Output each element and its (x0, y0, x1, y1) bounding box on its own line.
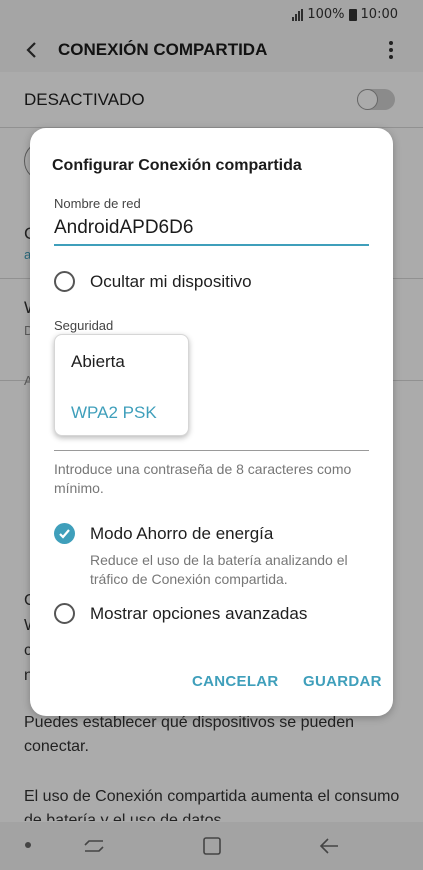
security-option-open[interactable]: Abierta (71, 352, 125, 372)
hide-device-checkbox[interactable] (54, 271, 75, 292)
password-hint: Introduce una contraseña de 8 caracteres… (54, 461, 352, 496)
advanced-options-label: Mostrar opciones avanzadas (90, 604, 308, 623)
save-button[interactable]: GUARDAR (303, 673, 382, 690)
security-dropdown: Abierta WPA2 PSK (54, 334, 189, 436)
power-saving-checkbox[interactable] (54, 523, 75, 544)
cancel-button[interactable]: CANCELAR (192, 673, 279, 690)
network-name-underline (54, 244, 369, 246)
network-name-label: Nombre de red (54, 196, 141, 211)
dialog-title: Configurar Conexión compartida (52, 157, 302, 174)
security-option-wpa2[interactable]: WPA2 PSK (71, 403, 157, 423)
power-saving-label: Modo Ahorro de energía (90, 524, 274, 543)
password-underline (54, 450, 369, 451)
network-name-input[interactable]: AndroidAPD6D6 (54, 217, 193, 239)
checkmark-icon (59, 529, 70, 539)
hide-device-label: Ocultar mi dispositivo (90, 272, 252, 291)
advanced-options-checkbox[interactable] (54, 603, 75, 624)
power-saving-description: Reduce el uso de la batería analizando e… (90, 552, 348, 587)
security-label: Seguridad (54, 318, 114, 333)
